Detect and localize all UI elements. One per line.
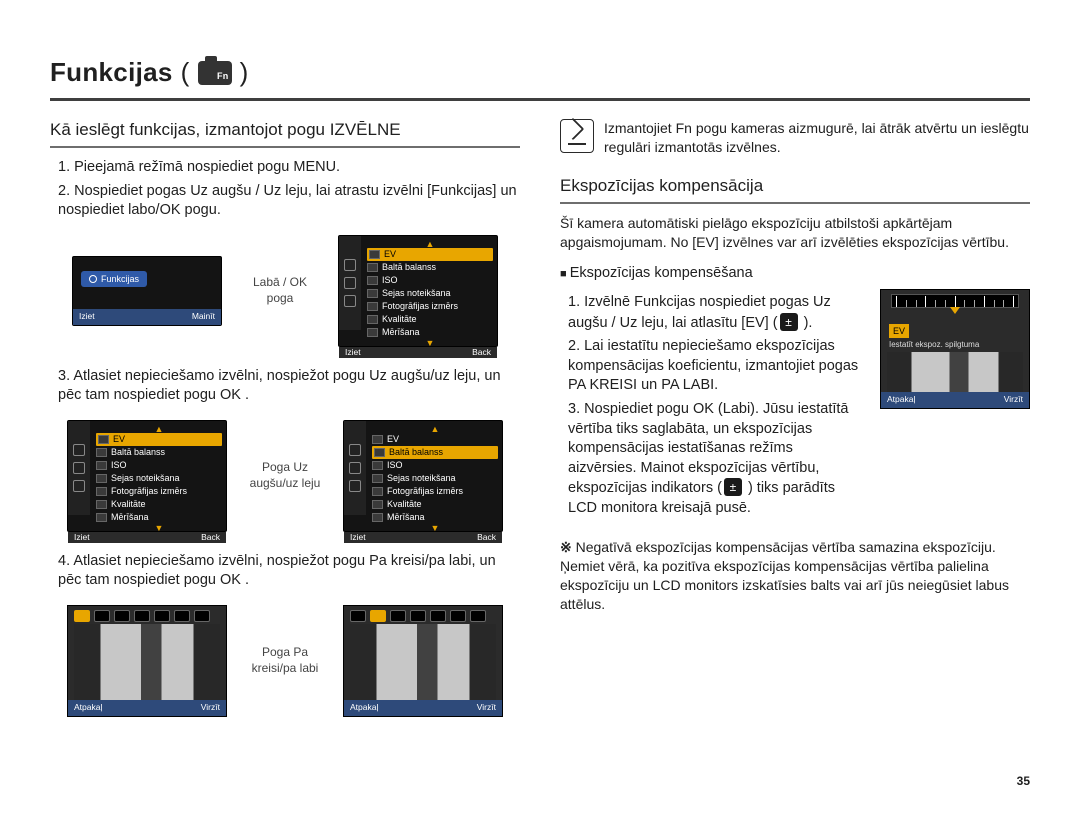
cat-icon xyxy=(344,295,356,307)
right-intro: Šī kamera automātiski pielāgo ekspozīcij… xyxy=(560,214,1030,252)
right-heading: Ekspozīcijas kompensācija xyxy=(560,175,1030,204)
paren-close: ) xyxy=(240,55,249,90)
quality-icon xyxy=(367,315,378,324)
sample-image xyxy=(887,352,1023,392)
menu-item-size: Fotogrāfijas izmērs xyxy=(367,300,493,313)
sample-image xyxy=(350,624,496,700)
info-callout: Izmantojiet Fn pogu kameras aizmugurē, l… xyxy=(560,119,1030,157)
paren-open: ( xyxy=(181,55,190,90)
wb-icon xyxy=(367,263,378,272)
ev-chip: EV xyxy=(889,324,909,338)
panel-bottom-bar: Iziet Mainīt xyxy=(73,309,221,325)
menu-item-quality: Kvalitāte xyxy=(367,313,493,326)
caret-down-icon: ▼ xyxy=(96,524,222,532)
panel-funkcijas-tag: Funkcijas Iziet Mainīt xyxy=(72,256,222,326)
ev-scale xyxy=(891,294,1019,308)
wb-icon xyxy=(94,610,110,622)
iso-icon xyxy=(367,276,378,285)
ev-note: ※ Negatīvā ekspozīcijas kompensācijas vē… xyxy=(560,538,1030,614)
reference-mark: ※ xyxy=(560,539,576,555)
figure-row-3: Baltā balanss Regulēt krāsas atbilstoši … xyxy=(50,605,520,717)
bot-right: Mainīt xyxy=(192,311,215,322)
panel-menu-2a: ▲ EV Baltā balanss ISO Sejas noteikšana … xyxy=(67,420,227,532)
bot-left: Iziet xyxy=(79,311,95,322)
menu-item-meter: Mērīšana xyxy=(367,326,493,339)
caret-up-icon: ▲ xyxy=(96,425,222,433)
cat-icon xyxy=(344,277,356,289)
fig3-label: Poga Pa kreisi/pa labi xyxy=(245,645,325,676)
photo-panel-b: Dienasgaisma Izmantots fotografēšanai ār… xyxy=(343,605,503,717)
camera-icon xyxy=(89,275,97,283)
wb-auto-icon xyxy=(74,610,90,622)
wb-daylight-icon xyxy=(370,610,386,622)
size-icon xyxy=(367,302,378,311)
title-text: Funkcijas xyxy=(50,55,173,90)
funkcijas-chip: Funkcijas xyxy=(81,271,147,287)
page-number: 35 xyxy=(1017,773,1030,789)
menu-item-face: Sejas noteikšana xyxy=(367,287,493,300)
ev-pointer-icon xyxy=(950,307,960,314)
ev-icon xyxy=(780,313,798,331)
step-3: 3. Atlasiet nepieciešamo izvēlni, nospie… xyxy=(58,367,520,406)
ev-step-2: 2. Lai iestatītu nepieciešamo ekspozīcij… xyxy=(568,337,862,396)
left-heading: Kā ieslēgt funkcijas, izmantojot pogu IZ… xyxy=(50,119,520,148)
face-icon xyxy=(367,289,378,298)
meter-icon xyxy=(367,328,378,337)
right-column: Izmantojiet Fn pogu kameras aizmugurē, l… xyxy=(560,119,1030,737)
photo-panel-a: Baltā balanss Regulēt krāsas atbilstoši … xyxy=(67,605,227,717)
ev-icon xyxy=(369,250,380,259)
info-text: Izmantojiet Fn pogu kameras aizmugurē, l… xyxy=(604,119,1030,157)
ev-preview-panel: EV Iestatīt ekspoz. spilgtuma regulēšana… xyxy=(880,289,1030,409)
camera-fn-icon xyxy=(198,61,232,85)
menu-item-iso: ISO xyxy=(367,274,493,287)
panel-bottom-bar: Iziet Back xyxy=(339,347,497,358)
panel-side-icons xyxy=(339,236,361,330)
page-title: Funkcijas ( ) xyxy=(50,55,1030,90)
menu-item-ev: EV xyxy=(367,248,493,261)
chip-label: Funkcijas xyxy=(101,273,139,285)
panel-menu-2b: ▲ EV Baltā balanss ISO Sejas noteikšana … xyxy=(343,420,503,532)
panel-menu-1: ▲ EV Baltā balanss ISO Sejas noteikšana … xyxy=(338,235,498,347)
ev-step-1: 1. Izvēlnē Funkcijas nospiediet pogas Uz… xyxy=(568,293,862,333)
sample-image xyxy=(74,624,220,700)
sub-heading: Ekspozīcijas kompensēšana xyxy=(560,264,1030,284)
ev-step-3: 3. Nospiediet pogu OK (Labi). Jūsu iesta… xyxy=(568,400,862,518)
step-1: 1. Pieejamā režīmā nospiediet pogu MENU. xyxy=(58,158,520,178)
ev-icon xyxy=(724,478,742,496)
figure-row-1: Funkcijas Iziet Mainīt Labā / OK poga ▲ … xyxy=(50,235,520,347)
step-4: 4. Atlasiet nepieciešamo izvēlni, nospie… xyxy=(58,552,520,591)
cat-icon xyxy=(344,259,356,271)
fig2-label: Poga Uz augšu/uz leju xyxy=(245,460,325,491)
step-2: 2. Nospiediet pogas Uz augšu / Uz leju, … xyxy=(58,182,520,221)
caret-up-icon: ▲ xyxy=(367,240,493,248)
title-rule xyxy=(50,98,1030,101)
caret-down-icon: ▼ xyxy=(367,339,493,347)
note-icon xyxy=(560,119,594,153)
menu-item-wb: Baltā balanss xyxy=(367,261,493,274)
fig1-label: Labā / OK poga xyxy=(240,275,320,306)
left-column: Kā ieslēgt funkcijas, izmantojot pogu IZ… xyxy=(50,119,520,737)
figure-row-2: ▲ EV Baltā balanss ISO Sejas noteikšana … xyxy=(50,420,520,532)
